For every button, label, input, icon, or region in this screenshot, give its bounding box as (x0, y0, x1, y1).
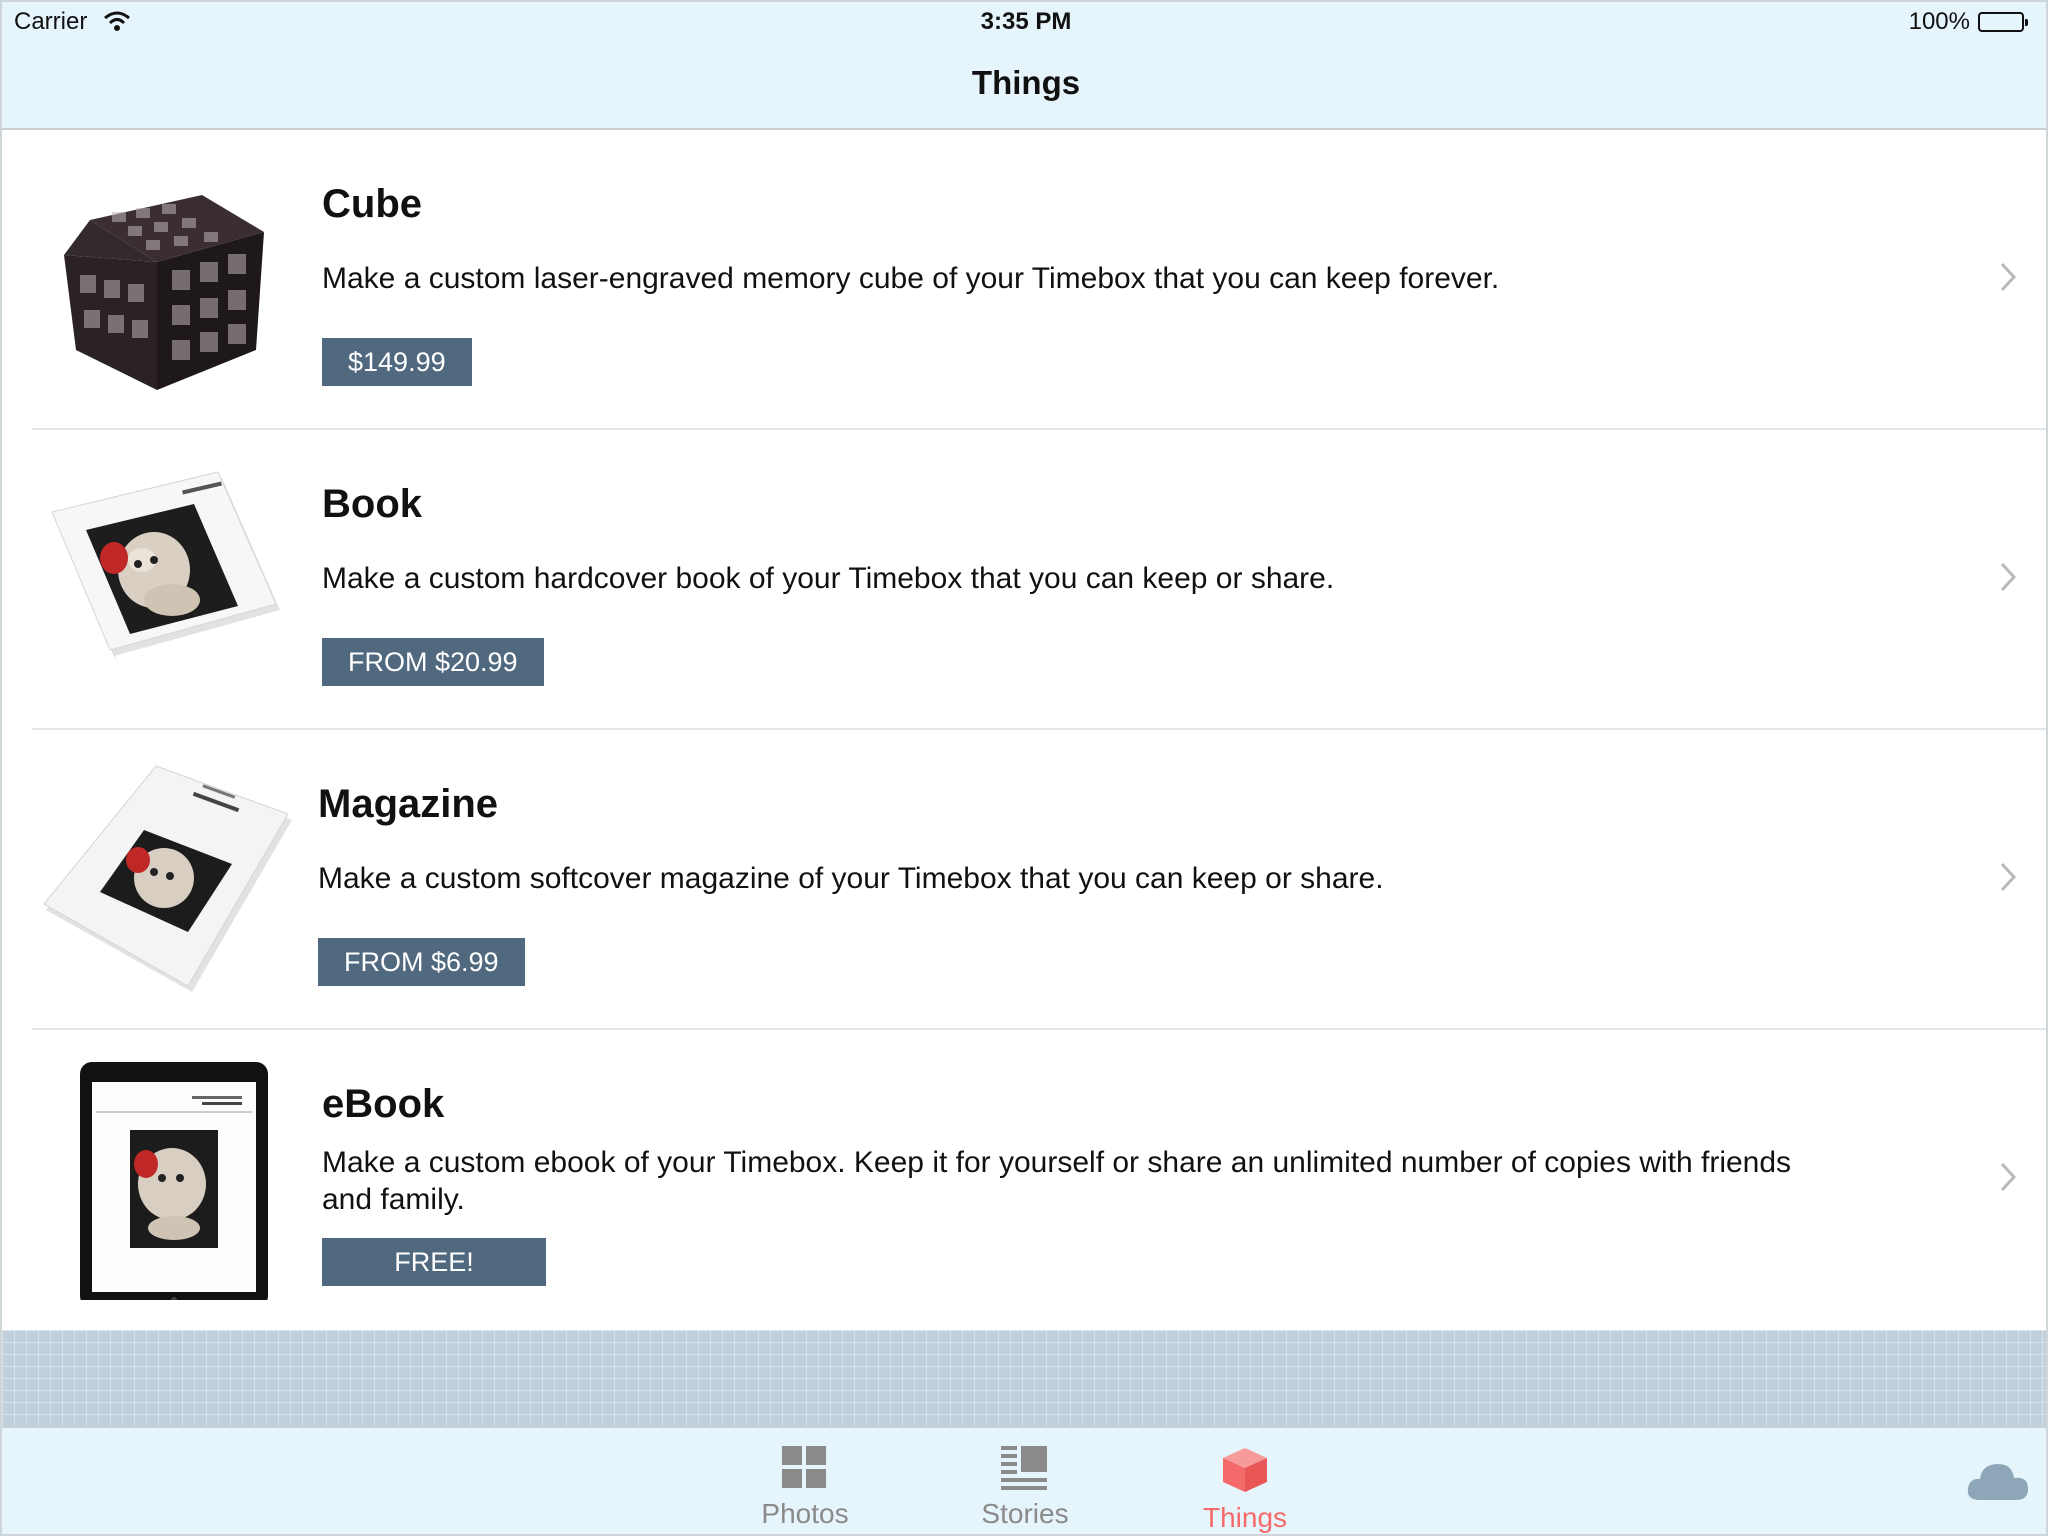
tab-things[interactable]: Things (1170, 1446, 1320, 1534)
chevron-right-icon (2000, 1162, 2017, 1192)
background-pattern (2, 1330, 2046, 1426)
item-description: Make a custom softcover magazine of your… (318, 862, 1384, 895)
item-title: Cube (322, 182, 422, 226)
tablet-image (80, 1062, 268, 1300)
cloud-icon[interactable] (1966, 1458, 2030, 1502)
app-screen: Carrier 3:35 PM 100% Things Cube Make a … (0, 0, 2048, 1536)
item-description: Make a custom laser-engraved memory cube… (322, 262, 1500, 295)
box-icon (1223, 1448, 1267, 1492)
cube-image (64, 195, 264, 390)
list-item-book[interactable]: Book Make a custom hardcover book of you… (2, 430, 2046, 730)
tab-label: Things (1202, 1502, 1288, 1533)
list-item-cube[interactable]: Cube Make a custom laser-engraved memory… (2, 130, 2046, 430)
grid-icon (782, 1446, 826, 1488)
status-time: 3:35 PM (980, 8, 1072, 35)
item-title: Magazine (318, 782, 499, 826)
page-title: Things (971, 64, 1081, 101)
things-list: Cube Make a custom laser-engraved memory… (2, 130, 2046, 1330)
list-item-magazine[interactable]: Magazine Make a custom softcover magazin… (2, 730, 2046, 1030)
tab-label: Stories (981, 1498, 1069, 1529)
status-battery: 100% (1908, 8, 2028, 36)
price-button[interactable]: FROM $6.99 (318, 938, 525, 986)
tab-stories[interactable]: Stories (950, 1446, 1100, 1530)
tab-label: Photos (761, 1498, 849, 1529)
magazine-image (43, 765, 292, 992)
stories-icon (1001, 1446, 1047, 1490)
tab-bar: Photos Stories Things (2, 1426, 2046, 1534)
price-button[interactable]: FREE! (322, 1238, 546, 1286)
battery-percent: 100% (1908, 8, 1970, 35)
item-description: Make a custom ebook of your Timebox. Kee… (322, 1146, 1792, 1216)
book-image (51, 471, 280, 664)
item-description: Make a custom hardcover book of your Tim… (322, 562, 1335, 595)
chevron-right-icon (2000, 562, 2017, 592)
battery-icon (1978, 12, 2028, 32)
list-item-ebook[interactable]: eBook Make a custom ebook of your Timebo… (2, 1030, 2046, 1330)
item-title: eBook (322, 1082, 445, 1126)
tab-photos[interactable]: Photos (730, 1446, 880, 1530)
top-bar: Carrier 3:35 PM 100% Things (2, 2, 2046, 130)
price-button[interactable]: $149.99 (322, 338, 472, 386)
chevron-right-icon (2000, 262, 2017, 292)
chevron-right-icon (2000, 862, 2017, 892)
item-title: Book (322, 482, 422, 526)
price-button[interactable]: FROM $20.99 (322, 638, 544, 686)
